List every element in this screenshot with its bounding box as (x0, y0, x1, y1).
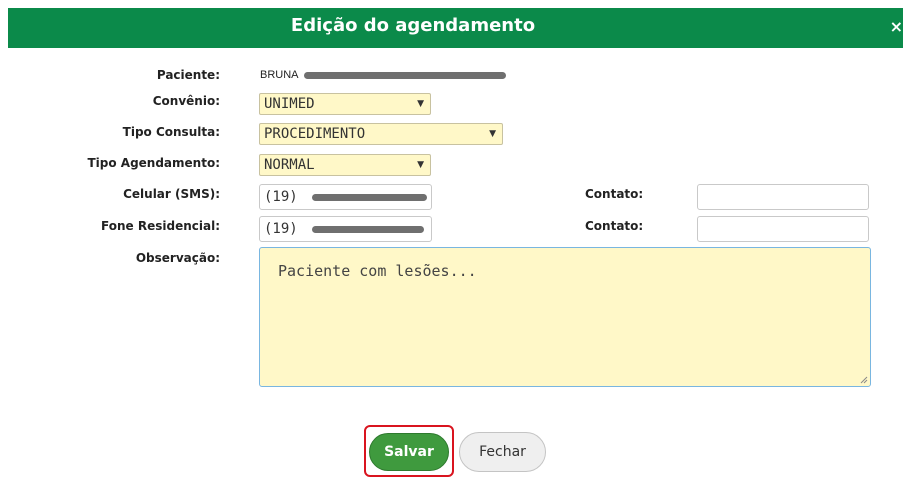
redacted-phone (312, 193, 428, 201)
tipo-agendamento-value: NORMAL (264, 157, 315, 173)
label-celular: Celular (SMS): (123, 187, 220, 201)
chevron-down-icon: ▼ (417, 99, 424, 109)
observacao-value: Paciente com lesões... (278, 262, 477, 280)
celular-input[interactable]: (19) (259, 184, 432, 210)
dialog-title: Edição do agendamento (290, 15, 536, 36)
label-fone-residencial: Fone Residencial: (101, 219, 220, 233)
label-observacao: Observação: (135, 251, 220, 265)
redacted-phone (312, 225, 425, 233)
redacted-surname (303, 71, 506, 79)
tipo-consulta-select[interactable]: PROCEDIMENTO ▼ (259, 123, 503, 145)
chevron-down-icon: ▼ (489, 129, 496, 139)
close-button[interactable]: Fechar (459, 432, 546, 472)
fone-residencial-input[interactable]: (19) (259, 216, 432, 242)
contato-celular-input[interactable] (697, 184, 869, 210)
label-tipo-consulta: Tipo Consulta: (122, 125, 220, 139)
tipo-consulta-value: PROCEDIMENTO (264, 126, 366, 142)
patient-name: BRUNA (260, 68, 506, 82)
fone-residencial-value: (19) (264, 221, 298, 237)
contato-fone-input[interactable] (697, 216, 869, 242)
label-convenio: Convênio: (152, 94, 220, 108)
tipo-agendamento-select[interactable]: NORMAL ▼ (259, 154, 431, 176)
chevron-down-icon: ▼ (417, 160, 424, 170)
convenio-select[interactable]: UNIMED ▼ (259, 93, 431, 115)
patient-name-text: BRUNA (260, 69, 298, 81)
resize-handle-icon[interactable] (860, 376, 868, 384)
label-contato-celular: Contato: (585, 187, 644, 201)
convenio-value: UNIMED (264, 96, 315, 112)
celular-value: (19) (264, 189, 298, 205)
observacao-textarea[interactable]: Paciente com lesões... (259, 247, 871, 387)
label-contato-fone: Contato: (585, 219, 644, 233)
label-paciente: Paciente: (156, 68, 220, 82)
close-icon[interactable]: × (890, 19, 903, 35)
label-tipo-agendamento: Tipo Agendamento: (87, 156, 220, 170)
dialog-header: Edição do agendamento × (8, 8, 903, 48)
save-button[interactable]: Salvar (369, 433, 449, 471)
